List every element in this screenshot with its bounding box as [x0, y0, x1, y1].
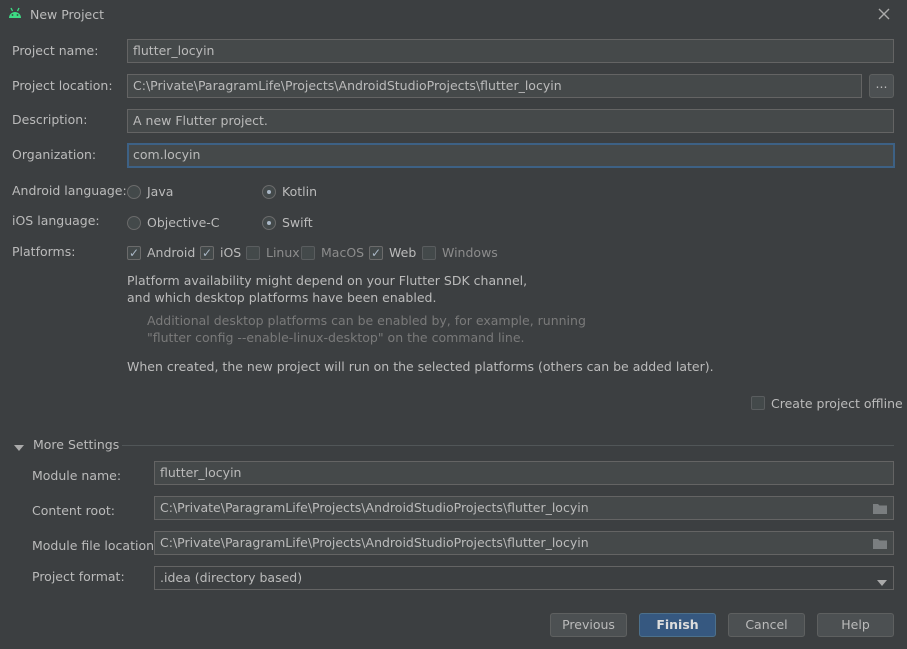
macos-checkbox-label[interactable]: MacOS [321, 245, 364, 260]
project-location-field[interactable]: C:\Private\ParagramLife\Projects\Android… [127, 74, 862, 98]
platform-note: When created, the new project will run o… [127, 359, 714, 374]
window-title: New Project [30, 7, 105, 22]
project-name-label: Project name: [12, 43, 99, 58]
module-name-label: Module name: [32, 468, 122, 483]
finish-button[interactable]: Finish [639, 613, 716, 637]
title-bar: New Project [0, 0, 907, 30]
create-offline-checkbox[interactable] [751, 396, 765, 410]
organization-field[interactable]: com.locyin [127, 143, 895, 168]
description-label: Description: [12, 112, 88, 127]
kotlin-radio-label[interactable]: Kotlin [282, 184, 317, 199]
desktop-hint-line1: Additional desktop platforms can be enab… [147, 313, 586, 328]
windows-checkbox[interactable] [422, 246, 436, 260]
ios-checkbox[interactable]: ✓ [200, 246, 214, 260]
more-settings-toggle[interactable]: More Settings [33, 437, 119, 452]
windows-checkbox-label[interactable]: Windows [442, 245, 498, 260]
content-root-field[interactable]: C:\Private\ParagramLife\Projects\Android… [154, 496, 894, 520]
content-root-label: Content root: [32, 503, 115, 518]
help-button[interactable]: Help [817, 613, 894, 637]
project-format-select[interactable]: .idea (directory based) [154, 566, 894, 590]
java-radio-label[interactable]: Java [147, 184, 173, 199]
android-checkbox-label[interactable]: Android [147, 245, 195, 260]
chevron-down-icon[interactable] [14, 440, 24, 455]
platform-info-line2: and which desktop platforms have been en… [127, 290, 437, 305]
web-checkbox[interactable]: ✓ [369, 246, 383, 260]
module-file-location-label: Module file location: [32, 538, 159, 553]
linux-checkbox[interactable] [246, 246, 260, 260]
module-file-location-field[interactable]: C:\Private\ParagramLife\Projects\Android… [154, 531, 894, 555]
folder-icon[interactable] [873, 538, 887, 549]
dropdown-arrow-icon[interactable] [877, 575, 887, 590]
cancel-button[interactable]: Cancel [728, 613, 805, 637]
project-location-label: Project location: [12, 78, 113, 93]
java-radio[interactable] [127, 185, 141, 199]
objective-c-radio[interactable] [127, 216, 141, 230]
kotlin-radio[interactable] [262, 185, 276, 199]
desktop-hint-line2: "flutter config --enable-linux-desktop" … [147, 330, 525, 345]
previous-button[interactable]: Previous [550, 613, 627, 637]
android-icon [7, 7, 23, 22]
android-checkbox[interactable]: ✓ [127, 246, 141, 260]
project-name-field[interactable]: flutter_locyin [127, 39, 894, 63]
swift-radio[interactable] [262, 216, 276, 230]
description-field[interactable]: A new Flutter project. [127, 109, 894, 133]
web-checkbox-label[interactable]: Web [389, 245, 416, 260]
android-language-label: Android language: [12, 183, 127, 198]
close-icon[interactable] [878, 8, 890, 23]
browse-location-button[interactable]: ... [869, 74, 894, 98]
linux-checkbox-label[interactable]: Linux [266, 245, 300, 260]
project-format-label: Project format: [32, 569, 125, 584]
module-name-field[interactable]: flutter_locyin [154, 461, 894, 485]
platforms-label: Platforms: [12, 244, 76, 259]
objective-c-radio-label[interactable]: Objective-C [147, 215, 220, 230]
ios-checkbox-label[interactable]: iOS [220, 245, 241, 260]
folder-icon[interactable] [873, 503, 887, 514]
macos-checkbox[interactable] [301, 246, 315, 260]
more-settings-divider [122, 445, 894, 446]
create-offline-label[interactable]: Create project offline [771, 396, 903, 411]
ios-language-label: iOS language: [12, 213, 100, 228]
organization-label: Organization: [12, 147, 97, 162]
swift-radio-label[interactable]: Swift [282, 215, 313, 230]
platform-info-line1: Platform availability might depend on yo… [127, 273, 528, 288]
